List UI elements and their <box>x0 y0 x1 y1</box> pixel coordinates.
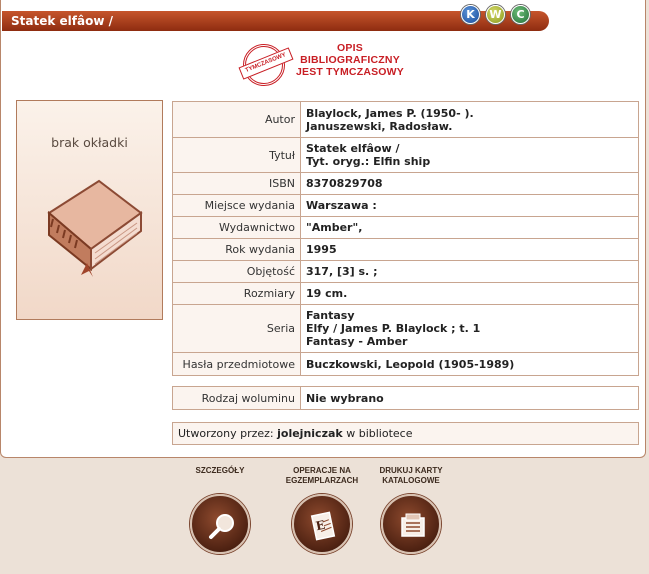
copies-operations-label: OPERACJE NA EGZEMPLARZACH <box>285 466 359 485</box>
print-catalog-cards-label: DRUKUJ KARTY KATALOGOWE <box>379 466 443 485</box>
table-row: Objętość 317, [3] s. ; <box>172 260 639 283</box>
row-label: Objętość <box>172 260 301 283</box>
row-label: Seria <box>172 304 301 353</box>
created-by-user: jolejniczak <box>277 427 343 440</box>
extent-value: 317, [3] s. ; <box>300 260 639 283</box>
table-row: Miejsce wydania Warszawa : <box>172 194 639 217</box>
series-value-3: Fantasy - Amber <box>306 335 408 348</box>
row-label: Rok wydania <box>172 238 301 261</box>
details-label: SZCZEGÓŁY <box>195 466 245 475</box>
series-value-2: Elfy / James P. Blaylock ; t. 1 <box>306 322 481 335</box>
row-label: ISBN <box>172 172 301 195</box>
stamp-text: OPIS BIBLIOGRAFICZNY JEST TYMCZASOWY <box>285 42 415 78</box>
temporary-description-stamp: TYMCZASOWY OPIS BIBLIOGRAFICZNY JEST TYM… <box>238 40 418 90</box>
title-value: Statek elfâow / <box>306 142 400 155</box>
table-row: Autor Blaylock, James P. (1950- ). Janus… <box>172 101 639 138</box>
original-title-value: Tyt. oryg.: Elfin ship <box>306 155 431 168</box>
details-button[interactable] <box>190 494 250 554</box>
catalog-card-icon <box>401 513 425 537</box>
table-row: Rok wydania 1995 <box>172 238 639 261</box>
format-w-icon[interactable]: W <box>486 5 505 24</box>
series-value-1: Fantasy <box>306 309 355 322</box>
volume-type-table: Rodzaj woluminu Nie wybrano <box>172 386 639 410</box>
table-row: ISBN 8370829708 <box>172 172 639 195</box>
row-label: Rozmiary <box>172 282 301 305</box>
created-by-suffix: w bibliotece <box>346 427 413 440</box>
row-label: Miejsce wydania <box>172 194 301 217</box>
no-cover-label: brak okładki <box>51 135 128 150</box>
place-value: Warszawa : <box>300 194 639 217</box>
book-icon <box>47 179 143 277</box>
publisher-value: "Amber", <box>300 216 639 239</box>
isbn-value: 8370829708 <box>300 172 639 195</box>
row-label: Hasła przedmiotowe <box>172 352 301 376</box>
volume-type-value: Nie wybrano <box>300 386 639 410</box>
author-1: Blaylock, James P. (1950- ). <box>306 106 474 120</box>
stamp-line-3: JEST TYMCZASOWY <box>295 66 404 78</box>
magnifier-icon <box>209 514 234 539</box>
table-row: Rozmiary 19 cm. <box>172 282 639 305</box>
copies-operations-action[interactable]: OPERACJE NA EGZEMPLARZACH E <box>277 466 367 554</box>
dimensions-value: 19 cm. <box>300 282 639 305</box>
row-value: Fantasy Elfy / James P. Blaylock ; t. 1 … <box>300 304 639 353</box>
year-value: 1995 <box>300 238 639 261</box>
subject-value[interactable]: Buczkowski, Leopold (1905-1989) <box>300 352 639 376</box>
stamp-line-1: OPIS <box>337 42 363 54</box>
bibliographic-details-table: Autor Blaylock, James P. (1950- ). Janus… <box>172 101 639 376</box>
table-row: Tytuł Statek elfâow / Tyt. oryg.: Elfin … <box>172 137 639 173</box>
row-label: Wydawnictwo <box>172 216 301 239</box>
stamp-line-2: BIBLIOGRAFICZNY <box>300 54 400 66</box>
volume-type-label: Rodzaj woluminu <box>172 386 301 410</box>
document-e-icon: E <box>310 511 336 541</box>
format-k-icon[interactable]: K <box>461 5 480 24</box>
author-2: Januszewski, Radosław. <box>306 119 453 133</box>
format-c-icon[interactable]: C <box>511 5 530 24</box>
details-action[interactable]: SZCZEGÓŁY <box>175 466 265 554</box>
print-catalog-cards-button[interactable] <box>381 494 441 554</box>
row-value: Blaylock, James P. (1950- ). Januszewski… <box>300 101 639 138</box>
created-by-prefix: Utworzony przez: <box>178 427 274 440</box>
record-title: Statek elfâow / <box>11 14 113 28</box>
table-row: Seria Fantasy Elfy / James P. Blaylock ;… <box>172 304 639 353</box>
copies-operations-button[interactable]: E <box>292 494 352 554</box>
table-row: Wydawnictwo "Amber", <box>172 216 639 239</box>
row-value: Statek elfâow / Tyt. oryg.: Elfin ship <box>300 137 639 173</box>
row-label: Tytuł <box>172 137 301 173</box>
row-label: Autor <box>172 101 301 138</box>
created-by-info: Utworzony przez: jolejniczak w bibliotec… <box>172 422 639 445</box>
table-row: Rodzaj woluminu Nie wybrano <box>172 386 639 410</box>
cover-placeholder: brak okładki <box>16 100 163 320</box>
print-catalog-cards-action[interactable]: DRUKUJ KARTY KATALOGOWE <box>366 466 456 554</box>
table-row: Hasła przedmiotowe Buczkowski, Leopold (… <box>172 352 639 376</box>
